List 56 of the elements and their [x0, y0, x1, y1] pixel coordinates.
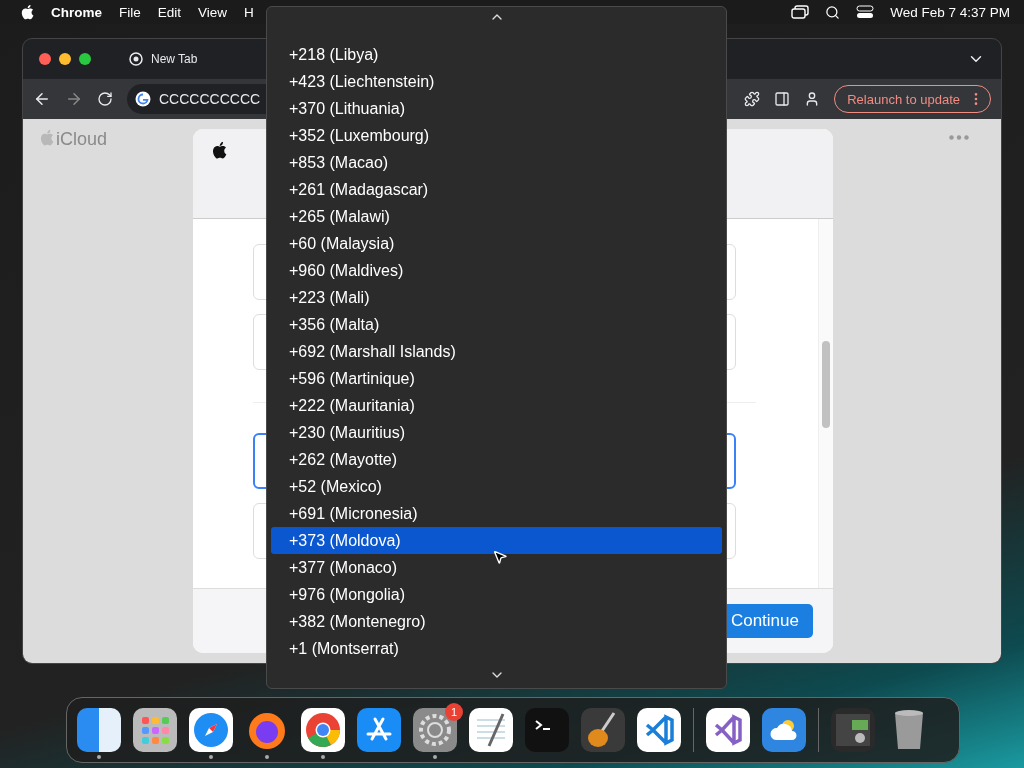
dropdown-option[interactable]: +377 (Monaco) — [271, 554, 722, 581]
reload-icon[interactable] — [97, 91, 113, 107]
cloud-icon[interactable] — [762, 708, 806, 752]
dropdown-option[interactable]: +356 (Malta) — [271, 311, 722, 338]
tab-title[interactable]: New Tab — [151, 52, 198, 66]
chrome-ball-icon — [129, 52, 143, 66]
site-logo: iCloud — [39, 129, 193, 653]
dropdown-option[interactable]: +596 (Martinique) — [271, 365, 722, 392]
menu-item[interactable]: View — [198, 4, 228, 20]
scrollbar-thumb[interactable] — [822, 341, 830, 428]
dropdown-option[interactable]: +265 (Malawi) — [271, 203, 722, 230]
studio-icon[interactable] — [706, 708, 750, 752]
dropdown-option[interactable]: +692 (Marshall Islands) — [271, 338, 722, 365]
dropdown-option[interactable]: +60 (Malaysia) — [271, 230, 722, 257]
app-grid-icon[interactable] — [133, 708, 177, 752]
puzzle-icon[interactable] — [744, 91, 761, 107]
menu-clock[interactable]: Wed Feb 7 4:37 PM — [890, 4, 1010, 20]
apple-logo-icon — [39, 129, 54, 147]
notepad-icon[interactable] — [469, 708, 513, 752]
dropdown-option[interactable]: +222 (Mauritania) — [271, 392, 722, 419]
dropdown-option[interactable]: +1 (Montserrat) — [271, 635, 722, 662]
apple-logo-icon — [211, 141, 227, 160]
window-thumbnail-icon[interactable] — [831, 708, 875, 752]
dropdown-option[interactable]: +261 (Madagascar) — [271, 176, 722, 203]
dropdown-option[interactable]: +352 (Luxembourg) — [271, 122, 722, 149]
menu-item[interactable]: H — [244, 4, 254, 20]
dropdown-option[interactable]: +230 (Mauritius) — [271, 419, 722, 446]
dropdown-option[interactable]: +691 (Micronesia) — [271, 500, 722, 527]
dropdown-option[interactable]: +218 (Libya) — [271, 41, 722, 68]
menu-item[interactable]: File — [119, 4, 141, 20]
app-store-icon[interactable] — [357, 708, 401, 752]
dropdown-option[interactable]: +853 (Macao) — [271, 149, 722, 176]
g-logo-icon — [135, 91, 151, 107]
dropdown-option[interactable]: +373 (Moldova) — [271, 527, 722, 554]
gear-icon[interactable] — [413, 708, 457, 752]
cursor-icon — [492, 549, 508, 565]
forward-icon[interactable] — [65, 90, 83, 108]
maximize-button[interactable] — [79, 53, 91, 65]
menu-app-name[interactable]: Chrome — [51, 4, 102, 20]
side-panel-icon[interactable] — [774, 91, 791, 107]
back-icon[interactable] — [33, 90, 51, 108]
close-button[interactable] — [39, 53, 51, 65]
code-editor-icon[interactable] — [637, 708, 681, 752]
minimize-button[interactable] — [59, 53, 71, 65]
terminal-icon[interactable] — [525, 708, 569, 752]
dropdown-option[interactable]: +52 (Mexico) — [271, 473, 722, 500]
dropdown-option[interactable]: +262 (Mayotte) — [271, 446, 722, 473]
notification-badge: 1 — [445, 703, 463, 721]
toggles-icon[interactable] — [856, 5, 875, 19]
windows-icon[interactable] — [791, 5, 810, 19]
menu-item[interactable]: Edit — [157, 4, 182, 20]
apple-logo-icon — [20, 3, 34, 21]
dropdown-option[interactable]: +960 (Maldives) — [271, 257, 722, 284]
compass-icon[interactable] — [189, 708, 233, 752]
dropdown-option[interactable]: +223 (Mali) — [271, 284, 722, 311]
search-icon[interactable] — [825, 4, 841, 20]
